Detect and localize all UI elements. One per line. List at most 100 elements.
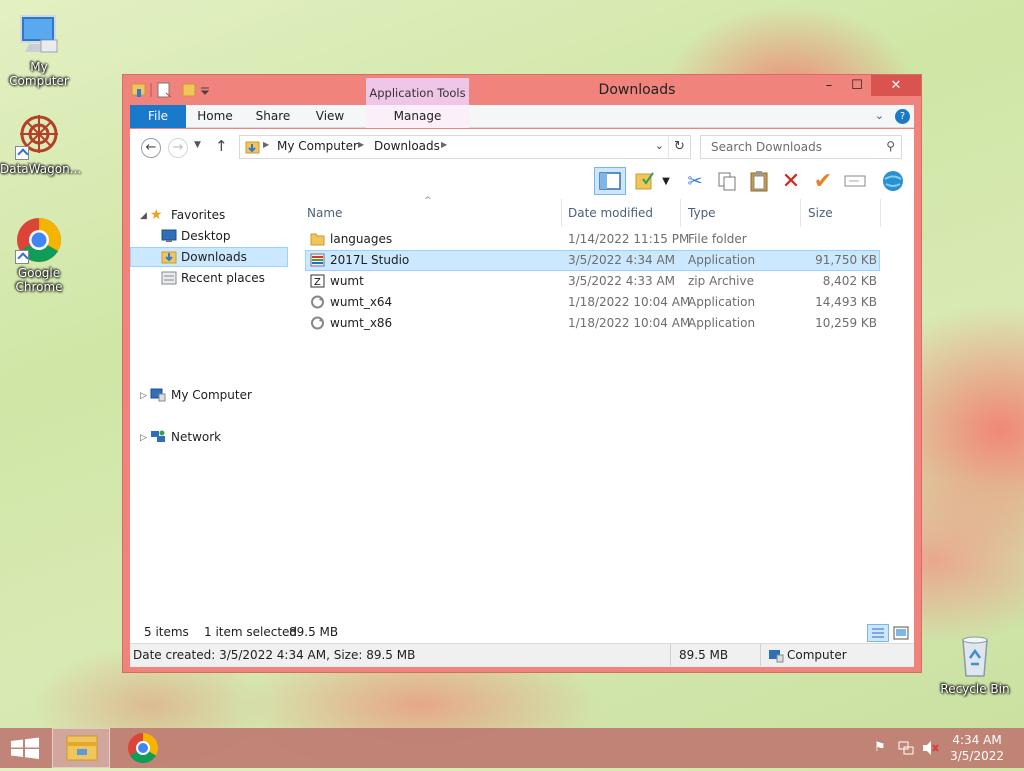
downloads-folder-icon — [161, 250, 177, 264]
details-info: Date created: 3/5/2022 4:34 AM, Size: 89… — [133, 648, 416, 662]
desktop-icon-my-computer[interactable]: My Computer — [0, 10, 78, 88]
divider — [670, 644, 671, 666]
tab-view[interactable]: View — [304, 105, 356, 128]
nav-item-recent-places[interactable]: Recent places — [130, 268, 288, 288]
file-row-2017l-studio[interactable]: 2017L Studio 3/5/2022 4:34 AM Applicatio… — [305, 250, 880, 271]
recycle-bin-icon — [951, 632, 999, 680]
globe-icon[interactable] — [878, 167, 908, 195]
tab-share[interactable]: Share — [244, 105, 302, 128]
nav-item-label: Favorites — [171, 208, 226, 222]
column-header-date[interactable]: Date modified — [561, 199, 681, 227]
file-size: 8,402 KB — [822, 274, 877, 288]
taskbar: ⚑ 4:34 AM 3/5/2022 — [0, 728, 1024, 768]
file-size: 91,750 KB — [815, 253, 877, 267]
preview-pane-icon[interactable] — [594, 167, 626, 195]
file-name: wumt — [330, 274, 364, 288]
title-bar[interactable]: Downloads – ☐ ✕ — [123, 75, 921, 105]
file-type: File folder — [688, 232, 747, 246]
copy-icon[interactable] — [712, 167, 742, 195]
address-bar[interactable]: ▶ My Computer ▶ Downloads ▶ ⌄ ↻ — [239, 135, 691, 159]
start-button[interactable] — [0, 728, 50, 768]
item-count: 5 items — [144, 625, 189, 639]
recent-locations-icon[interactable]: ▼ — [194, 140, 201, 150]
address-toolbar: ← → ▼ ↑ ▶ My Computer ▶ Downloads ▶ ⌄ ↻ … — [130, 129, 914, 167]
file-list: ^ Name Date modified Type Size languages… — [300, 196, 914, 643]
search-input[interactable] — [709, 137, 879, 157]
file-date: 3/5/2022 4:34 AM — [568, 253, 676, 267]
file-name: 2017L Studio — [330, 253, 410, 267]
file-row-wumt[interactable]: Z wumt 3/5/2022 4:33 AM zip Archive 8,40… — [305, 271, 880, 292]
command-toolbar: ▼ ✂ ✕ ✔ — [130, 167, 914, 199]
tab-manage[interactable]: Manage — [366, 105, 469, 128]
file-type: Application — [688, 295, 756, 309]
forward-button[interactable]: → — [168, 138, 188, 158]
nav-item-my-computer[interactable]: My Computer — [130, 385, 288, 405]
close-button[interactable]: ✕ — [871, 75, 921, 96]
search-box[interactable]: ⚲ — [700, 135, 902, 159]
application-icon — [310, 316, 325, 330]
taskbar-file-explorer[interactable] — [52, 728, 110, 768]
desktop-icon-label: My Computer — [9, 60, 69, 88]
computer-icon — [768, 648, 784, 670]
file-row-wumt-x64[interactable]: wumt_x64 1/18/2022 10:04 AM Application … — [305, 292, 880, 313]
back-button[interactable]: ← — [141, 138, 161, 158]
nav-item-network[interactable]: Network — [130, 427, 288, 447]
file-row-languages[interactable]: languages 1/14/2022 11:15 PM File folder — [305, 229, 880, 250]
chrome-icon — [128, 733, 159, 764]
desktop-icon-label: Recycle Bin — [940, 682, 1010, 696]
chevron-down-icon[interactable]: ▼ — [658, 167, 674, 195]
volume-muted-icon[interactable] — [922, 740, 940, 758]
clock-date: 3/5/2022 — [950, 749, 1004, 763]
taskbar-google-chrome[interactable] — [114, 728, 172, 768]
nav-item-favorites[interactable]: ★ Favorites — [130, 205, 288, 225]
shortcut-arrow-icon — [15, 250, 29, 264]
search-icon[interactable]: ⚲ — [886, 139, 895, 153]
recent-places-icon — [161, 271, 177, 285]
tab-file[interactable]: File — [130, 105, 186, 128]
breadcrumb-downloads[interactable]: Downloads — [374, 139, 440, 153]
up-button[interactable]: ↑ — [215, 137, 228, 155]
paste-icon[interactable] — [744, 167, 774, 195]
explorer-window: Downloads – ☐ ✕ Application Tools File H… — [122, 74, 922, 673]
nav-item-label: Downloads — [181, 250, 247, 264]
content-area: ◢ ★ Favorites Desktop Downloads Recent p… — [130, 196, 914, 643]
folder-options-icon[interactable] — [630, 167, 660, 195]
cut-icon[interactable]: ✂ — [680, 167, 710, 195]
address-dropdown-icon[interactable]: ⌄ — [655, 139, 664, 152]
file-date: 1/14/2022 11:15 PM — [568, 232, 690, 246]
refresh-icon[interactable]: ↻ — [668, 136, 690, 158]
details-view-icon[interactable] — [867, 624, 889, 642]
desktop-icon-datawagon[interactable]: DataWagon... — [0, 112, 81, 176]
action-center-flag-icon[interactable]: ⚑ — [874, 740, 886, 758]
nav-item-desktop[interactable]: Desktop — [130, 226, 288, 246]
network-tray-icon[interactable] — [898, 740, 914, 758]
breadcrumb-separator-icon: ▶ — [263, 140, 270, 149]
column-header-type[interactable]: Type — [681, 199, 801, 227]
file-row-wumt-x86[interactable]: wumt_x86 1/18/2022 10:04 AM Application … — [305, 313, 880, 334]
breadcrumb-separator-icon: ▶ — [441, 140, 448, 149]
file-date: 1/18/2022 10:04 AM — [568, 316, 691, 330]
column-header-size[interactable]: Size — [801, 199, 881, 227]
file-explorer-icon — [66, 735, 98, 761]
minimize-button[interactable]: – — [815, 75, 843, 96]
column-header-name[interactable]: Name — [300, 199, 562, 227]
details-size: 89.5 MB — [679, 648, 729, 662]
help-icon[interactable]: ? — [895, 109, 910, 124]
delete-icon[interactable]: ✕ — [776, 167, 806, 195]
file-date: 1/18/2022 10:04 AM — [568, 295, 691, 309]
system-clock[interactable]: 4:34 AM 3/5/2022 — [950, 732, 1004, 764]
checkmark-icon[interactable]: ✔ — [808, 167, 838, 195]
rename-icon[interactable] — [840, 167, 870, 195]
breadcrumb-my-computer[interactable]: My Computer — [277, 139, 358, 153]
nav-item-downloads[interactable]: Downloads — [130, 247, 288, 267]
datawagon-icon — [15, 112, 63, 160]
selection-size: 89.5 MB — [289, 625, 339, 639]
tab-home[interactable]: Home — [188, 105, 242, 128]
file-type: Application — [688, 253, 756, 267]
ribbon-expand-icon[interactable]: ⌄ — [875, 109, 884, 122]
desktop-icon-recycle-bin[interactable]: Recycle Bin — [936, 632, 1014, 696]
navigation-pane: ◢ ★ Favorites Desktop Downloads Recent p… — [130, 199, 292, 643]
computer-icon — [150, 388, 166, 402]
desktop-icon-google-chrome[interactable]: Google Chrome — [0, 216, 78, 294]
maximize-button[interactable]: ☐ — [843, 75, 871, 96]
